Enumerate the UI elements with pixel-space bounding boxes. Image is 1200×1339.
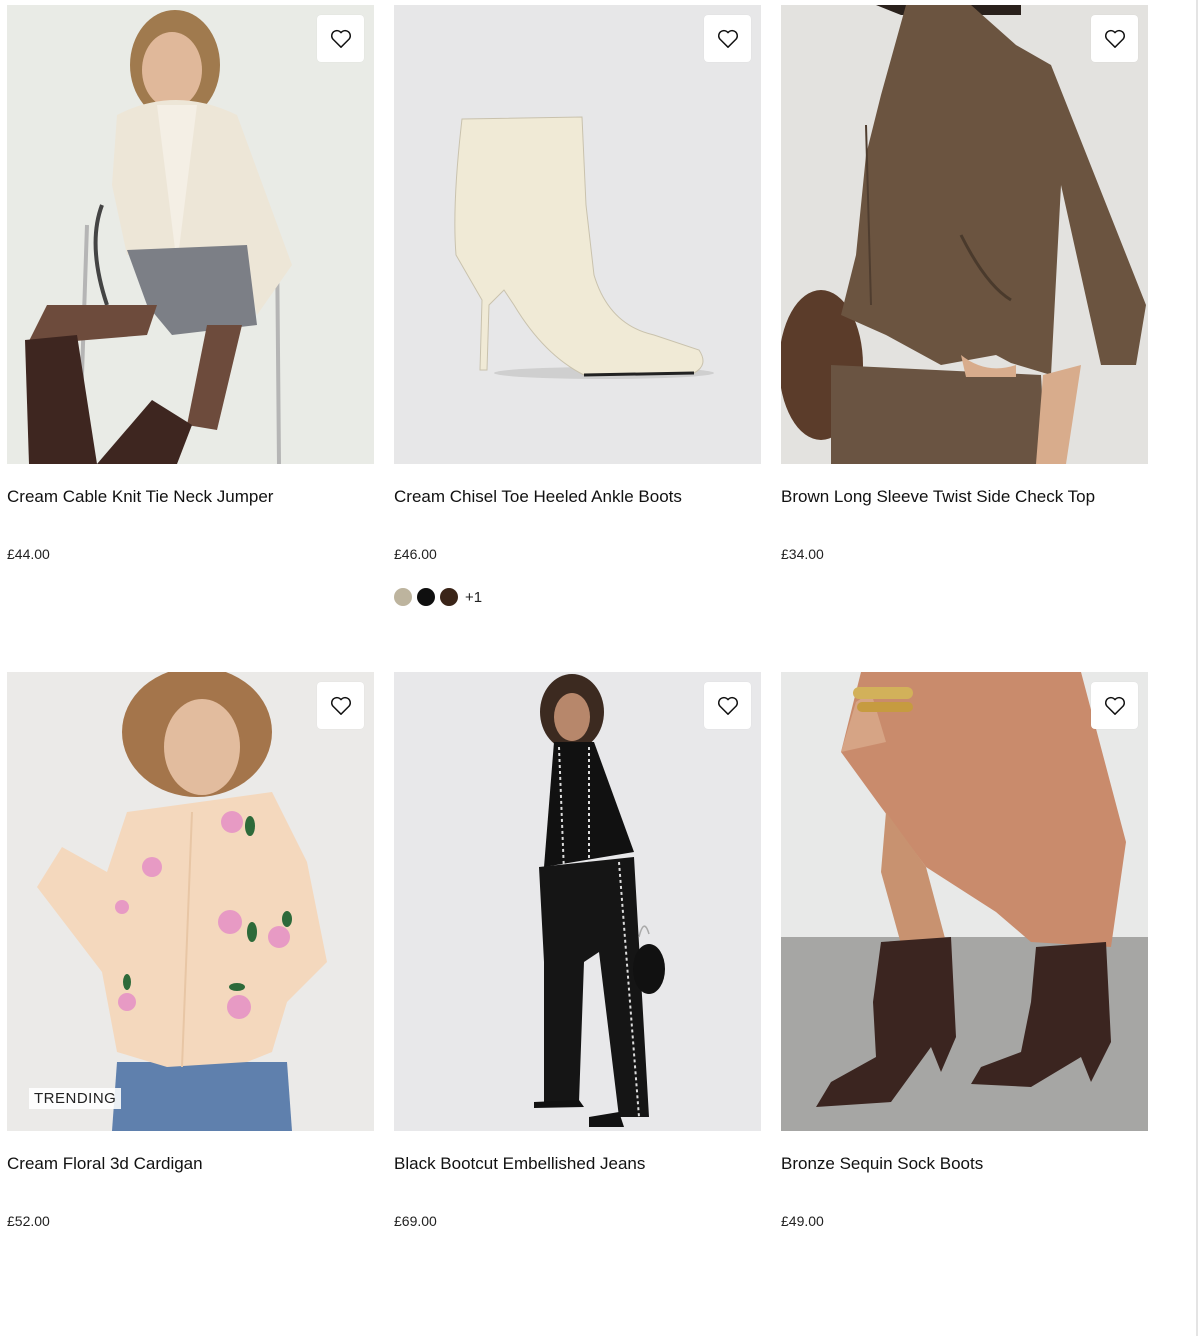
swatch-brown[interactable] <box>440 588 458 606</box>
product-photo-jumper <box>7 5 374 464</box>
product-photo-sequin-boots <box>781 672 1148 1131</box>
product-image[interactable] <box>394 672 761 1131</box>
product-price: £49.00 <box>781 1213 824 1229</box>
heart-icon <box>330 696 351 715</box>
more-colors-count[interactable]: +1 <box>465 589 482 606</box>
product-price: £46.00 <box>394 546 437 562</box>
product-title[interactable]: Black Bootcut Embellished Jeans <box>394 1153 761 1175</box>
product-grid: Cream Cable Knit Tie Neck Jumper £44.00 … <box>7 5 1148 1339</box>
product-title[interactable]: Cream Chisel Toe Heeled Ankle Boots <box>394 486 761 508</box>
product-card[interactable]: TRENDING Cream Floral 3d Cardigan £52.00 <box>7 672 374 1339</box>
wishlist-button[interactable] <box>1091 15 1138 62</box>
wishlist-button[interactable] <box>1091 682 1138 729</box>
product-title[interactable]: Bronze Sequin Sock Boots <box>781 1153 1148 1175</box>
heart-icon <box>717 29 738 48</box>
product-title[interactable]: Cream Floral 3d Cardigan <box>7 1153 374 1175</box>
wishlist-button[interactable] <box>704 682 751 729</box>
product-card[interactable]: Bronze Sequin Sock Boots £49.00 <box>781 672 1148 1339</box>
product-photo-bootcut-jeans <box>394 672 761 1131</box>
heart-icon <box>1104 696 1125 715</box>
product-price: £69.00 <box>394 1213 437 1229</box>
heart-icon <box>717 696 738 715</box>
product-card[interactable]: Brown Long Sleeve Twist Side Check Top £… <box>781 5 1148 672</box>
product-card[interactable]: Cream Cable Knit Tie Neck Jumper £44.00 <box>7 5 374 672</box>
heart-icon <box>1104 29 1125 48</box>
page-scrollbar[interactable] <box>1196 0 1198 1336</box>
product-image[interactable] <box>7 5 374 464</box>
wishlist-button[interactable] <box>317 682 364 729</box>
swatch-black[interactable] <box>417 588 435 606</box>
color-swatches: +1 <box>394 588 761 606</box>
wishlist-button[interactable] <box>317 15 364 62</box>
product-title[interactable]: Cream Cable Knit Tie Neck Jumper <box>7 486 374 508</box>
wishlist-button[interactable] <box>704 15 751 62</box>
product-price: £34.00 <box>781 546 824 562</box>
product-photo-check-top <box>781 5 1148 464</box>
product-photo-cardigan <box>7 672 374 1131</box>
trending-badge: TRENDING <box>29 1088 122 1109</box>
product-price: £44.00 <box>7 546 50 562</box>
swatch-taupe[interactable] <box>394 588 412 606</box>
product-image[interactable] <box>394 5 761 464</box>
heart-icon <box>330 29 351 48</box>
product-image[interactable] <box>781 672 1148 1131</box>
product-photo-ankle-boot <box>394 5 761 464</box>
product-card[interactable]: Black Bootcut Embellished Jeans £69.00 <box>394 672 761 1339</box>
product-card[interactable]: Cream Chisel Toe Heeled Ankle Boots £46.… <box>394 5 761 672</box>
product-price: £52.00 <box>7 1213 50 1229</box>
product-image[interactable]: TRENDING <box>7 672 374 1131</box>
product-title[interactable]: Brown Long Sleeve Twist Side Check Top <box>781 486 1148 508</box>
product-image[interactable] <box>781 5 1148 464</box>
